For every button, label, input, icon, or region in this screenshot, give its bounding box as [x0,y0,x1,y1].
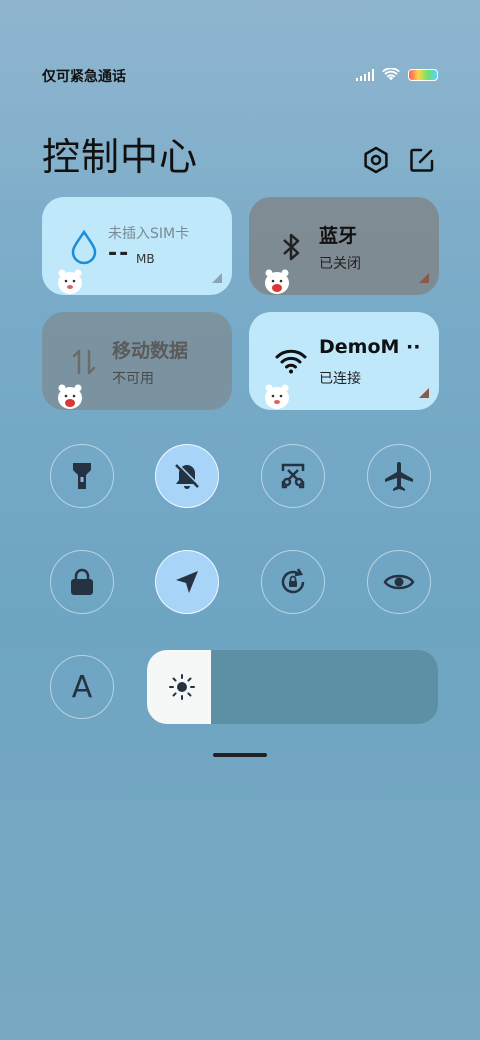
airplane-icon [385,462,413,491]
settings-button[interactable] [360,144,392,176]
lock-icon [71,568,93,595]
bluetooth-label: 蓝牙 [319,225,358,247]
wifi-status: 已连接 [319,371,361,387]
mute-toggle[interactable] [155,444,219,508]
bear-sticker-icon [58,384,82,409]
flashlight-toggle[interactable] [50,444,114,508]
status-text: 仅可紧急通话 [42,69,126,85]
data-usage-unit: MB [136,252,155,266]
wifi-status-icon [382,68,400,81]
gear-icon [364,146,388,174]
lock-screen-toggle[interactable] [50,550,114,614]
bell-off-icon [175,463,200,489]
bluetooth-icon [271,227,311,267]
sun-icon [167,672,197,702]
data-usage-value: -- [108,241,131,266]
mobile-data-label: 移动数据 [112,340,189,362]
home-indicator[interactable] [213,753,267,757]
flashlight-icon [73,463,91,489]
airplane-toggle[interactable] [367,444,431,508]
wifi-icon [271,342,311,382]
mobile-data-tile[interactable]: 移动数据 不可用 [42,312,232,410]
auto-brightness-toggle[interactable]: A [50,655,114,719]
status-bar: 仅可紧急通话 [42,64,438,88]
bluetooth-tile[interactable]: 蓝牙 已关闭 [249,197,439,295]
sim-status-label: 未插入SIM卡 [108,226,190,242]
location-arrow-icon [176,571,198,593]
brightness-slider[interactable] [147,650,438,724]
mobile-data-status: 不可用 [112,371,154,387]
eye-icon [383,574,415,590]
battery-icon [408,69,438,81]
bear-sticker-icon [265,269,289,294]
mobile-data-icon [64,342,104,382]
droplet-icon [64,227,104,267]
location-toggle[interactable] [155,550,219,614]
data-usage-tile[interactable]: 未插入SIM卡 -- MB [42,197,232,295]
edit-button[interactable] [406,144,438,176]
signal-icon [356,69,374,81]
expand-corner [212,273,222,283]
edit-icon [410,148,434,172]
page-title: 控制中心 [42,135,199,179]
rotate-lock-icon [281,568,305,594]
expand-corner [419,388,429,398]
scissors-icon [281,463,305,489]
wifi-tile[interactable]: DemoM ·· 已连接 [249,312,439,410]
screenshot-toggle[interactable] [261,444,325,508]
expand-corner [419,273,429,283]
auto-brightness-label: A [71,669,93,705]
wifi-network-name: DemoM ·· [319,336,421,358]
bear-sticker-icon [58,269,82,294]
reading-mode-toggle[interactable] [367,550,431,614]
bluetooth-status: 已关闭 [319,256,361,272]
status-icons [356,68,438,82]
bear-sticker-icon [265,384,289,409]
auto-rotate-toggle[interactable] [261,550,325,614]
